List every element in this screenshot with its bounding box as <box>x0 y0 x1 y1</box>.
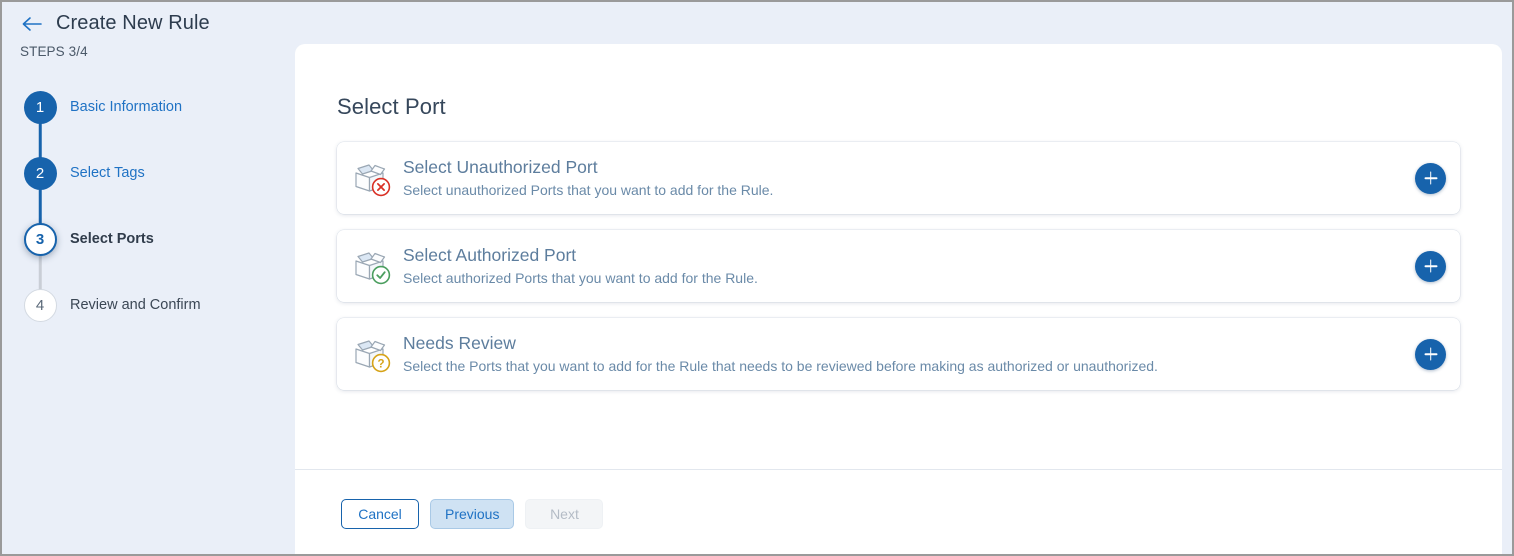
step-label-3: Select Ports <box>70 231 154 247</box>
step-bullet-1[interactable]: 1 <box>23 91 57 124</box>
sidebar-step-basic-information[interactable]: 1 Basic Information <box>22 91 295 159</box>
open-box-question-icon: ? <box>355 340 391 373</box>
card-text: Select Authorized Port Select authorized… <box>403 245 1415 287</box>
add-authorized-port-button[interactable] <box>1415 250 1446 282</box>
step-marker: 3 <box>22 223 58 291</box>
step-connector <box>38 188 42 225</box>
card-select-unauthorized-port[interactable]: Select Unauthorized Port Select unauthor… <box>337 142 1460 214</box>
add-needs-review-port-button[interactable] <box>1415 338 1446 370</box>
wizard-footer: Cancel Previous Next <box>295 469 1502 554</box>
step-label-2[interactable]: Select Tags <box>70 157 145 181</box>
card-description: Select unauthorized Ports that you want … <box>403 181 774 198</box>
open-box-approved-icon <box>355 252 391 285</box>
open-box-rejected-icon <box>355 164 391 197</box>
panel-body: Select Port Select Unauthorized Port Sel… <box>295 44 1502 469</box>
steps-counter: STEPS 3/4 <box>20 44 88 59</box>
card-select-authorized-port[interactable]: Select Authorized Port Select authorized… <box>337 230 1460 302</box>
step-marker: 4 <box>22 289 58 322</box>
step-marker: 1 <box>22 91 58 159</box>
card-title: Select Unauthorized Port <box>403 156 598 177</box>
create-rule-wizard-screen: Create New Rule STEPS 3/4 1 Basic Inform… <box>0 0 1514 556</box>
page-title: Create New Rule <box>56 12 210 34</box>
sidebar-step-select-tags[interactable]: 2 Select Tags <box>22 157 295 225</box>
step-marker: 2 <box>22 157 58 225</box>
previous-button[interactable]: Previous <box>430 499 515 529</box>
main-panel: Select Port Select Unauthorized Port Sel… <box>295 44 1502 554</box>
add-unauthorized-port-button[interactable] <box>1415 162 1446 194</box>
sidebar-step-select-ports[interactable]: 3 Select Ports <box>22 223 295 291</box>
svg-text:?: ? <box>377 358 384 370</box>
card-title: Needs Review <box>403 332 516 353</box>
wizard-sidebar: Create New Rule STEPS 3/4 1 Basic Inform… <box>2 2 295 554</box>
wizard-stepper: 1 Basic Information 2 Select Tags 3 Sele… <box>22 91 295 355</box>
cancel-button[interactable]: Cancel <box>341 499 419 529</box>
sidebar-step-review-and-confirm[interactable]: 4 Review and Confirm <box>22 289 295 355</box>
step-connector <box>38 254 42 291</box>
back-arrow-icon[interactable] <box>20 14 44 34</box>
card-text: Needs Review Select the Ports that you w… <box>403 333 1415 375</box>
step-label-1[interactable]: Basic Information <box>70 91 182 115</box>
step-label-4[interactable]: Review and Confirm <box>70 289 201 313</box>
title-row: Create New Rule <box>20 12 295 35</box>
card-description: Select authorized Ports that you want to… <box>403 269 758 286</box>
step-bullet-4[interactable]: 4 <box>23 289 57 322</box>
step-bullet-2[interactable]: 2 <box>23 157 57 190</box>
card-description: Select the Ports that you want to add fo… <box>403 357 1158 374</box>
next-button: Next <box>525 499 604 529</box>
card-needs-review[interactable]: ? Needs Review Select the Ports that you… <box>337 318 1460 390</box>
step-bullet-3[interactable]: 3 <box>23 223 57 256</box>
step-connector <box>38 122 42 159</box>
page-header: Create New Rule STEPS 3/4 <box>2 2 295 59</box>
card-text: Select Unauthorized Port Select unauthor… <box>403 157 1415 199</box>
section-title: Select Port <box>337 94 446 119</box>
card-title: Select Authorized Port <box>403 244 577 265</box>
